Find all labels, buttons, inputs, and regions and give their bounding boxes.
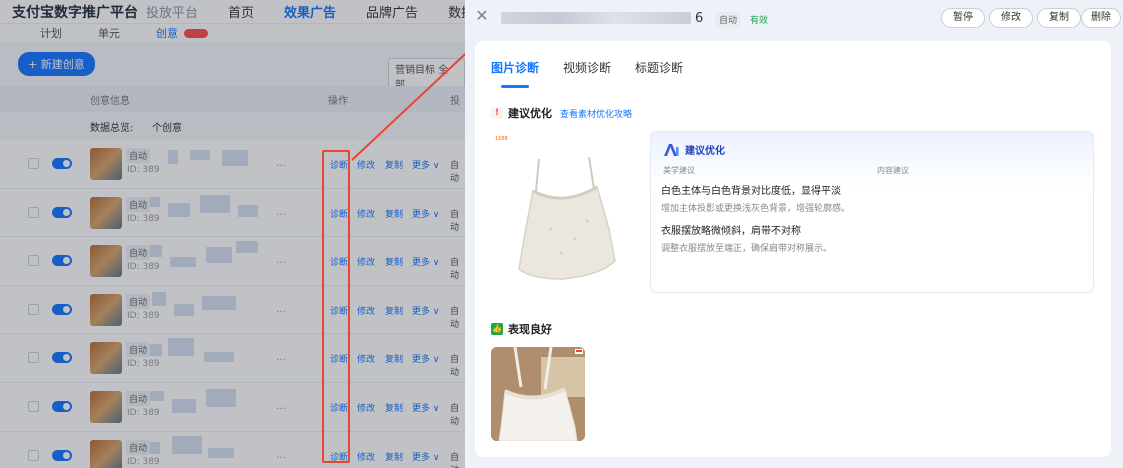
background-page: 支付宝数字推广平台 投放平台 首页 效果广告 品牌广告 数据 工 计划 单元 创… bbox=[0, 0, 465, 468]
pause-button[interactable]: 暂停 bbox=[941, 8, 985, 28]
title-suffix: 6 bbox=[695, 10, 704, 26]
diagnosis-drawer: ✕ 6 自动 有效 暂停 修改 复制 删除 图片诊断 视频诊断 标题诊断 ! 建… bbox=[465, 0, 1123, 468]
delete-button[interactable]: 删除 bbox=[1081, 8, 1121, 28]
product-tag: 1688 bbox=[495, 136, 508, 142]
ai-suggestion-box: 建议优化 美学建议 内容建议 白色主体与白色背景对比度低，显得平淡 增加主体投影… bbox=[650, 131, 1094, 293]
suggest-section-header: ! 建议优化 查看素材优化攻略 bbox=[491, 105, 632, 121]
optimization-guide-link[interactable]: 查看素材优化攻略 bbox=[560, 107, 632, 120]
diagnosis-tabs: 图片诊断 视频诊断 标题诊断 bbox=[491, 59, 707, 88]
warning-icon: ! bbox=[491, 107, 503, 119]
auto-badge: 自动 bbox=[715, 12, 742, 27]
aesthetic-label: 美学建议 bbox=[663, 166, 695, 175]
diagnosis-card: 图片诊断 视频诊断 标题诊断 ! 建议优化 查看素材优化攻略 1688 建议优化… bbox=[475, 41, 1111, 457]
suggestion-desc-1: 增加主体投影或更换浅灰色背景，增强轮廓感。 bbox=[661, 204, 851, 214]
camisole-illustration bbox=[518, 156, 616, 280]
ai-logo-icon bbox=[664, 143, 679, 156]
tab-image-diagnosis[interactable]: 图片诊断 bbox=[491, 59, 539, 88]
suggest-section-title: 建议优化 bbox=[508, 107, 552, 120]
close-icon[interactable]: ✕ bbox=[473, 7, 491, 25]
diagnose-column-highlight bbox=[322, 150, 350, 463]
suggestion-desc-2: 调整衣服摆放至端正，确保肩带对称展示。 bbox=[661, 244, 833, 254]
masked-title bbox=[501, 12, 691, 24]
tab-video-diagnosis[interactable]: 视频诊断 bbox=[563, 59, 611, 88]
drawer-header: ✕ 6 自动 有效 暂停 修改 复制 删除 bbox=[465, 0, 1123, 36]
thumbs-up-icon: 👍 bbox=[491, 323, 503, 335]
ai-suggestion-title: 建议优化 bbox=[685, 146, 725, 157]
tab-title-diagnosis[interactable]: 标题诊断 bbox=[635, 59, 683, 88]
good-image-illustration bbox=[491, 347, 585, 441]
copy-button[interactable]: 复制 bbox=[1037, 8, 1081, 28]
suggestion-title-1: 白色主体与白色背景对比度低，显得平淡 bbox=[661, 186, 841, 197]
product-image-good[interactable] bbox=[491, 347, 585, 441]
product-image-camisole[interactable]: 1688 bbox=[491, 129, 639, 301]
status-badge: 有效 bbox=[750, 16, 769, 26]
ai-suggestion-header: 建议优化 bbox=[663, 142, 725, 157]
modal-overlay[interactable] bbox=[0, 0, 465, 468]
edit-button[interactable]: 修改 bbox=[989, 8, 1033, 28]
suggestion-title-2: 衣服摆放略微倾斜，肩带不对称 bbox=[661, 226, 801, 237]
good-section-header: 👍 表现良好 bbox=[491, 321, 552, 337]
good-section-title: 表现良好 bbox=[508, 323, 552, 336]
creative-title: 6 bbox=[501, 9, 703, 27]
content-label: 内容建议 bbox=[877, 166, 909, 175]
